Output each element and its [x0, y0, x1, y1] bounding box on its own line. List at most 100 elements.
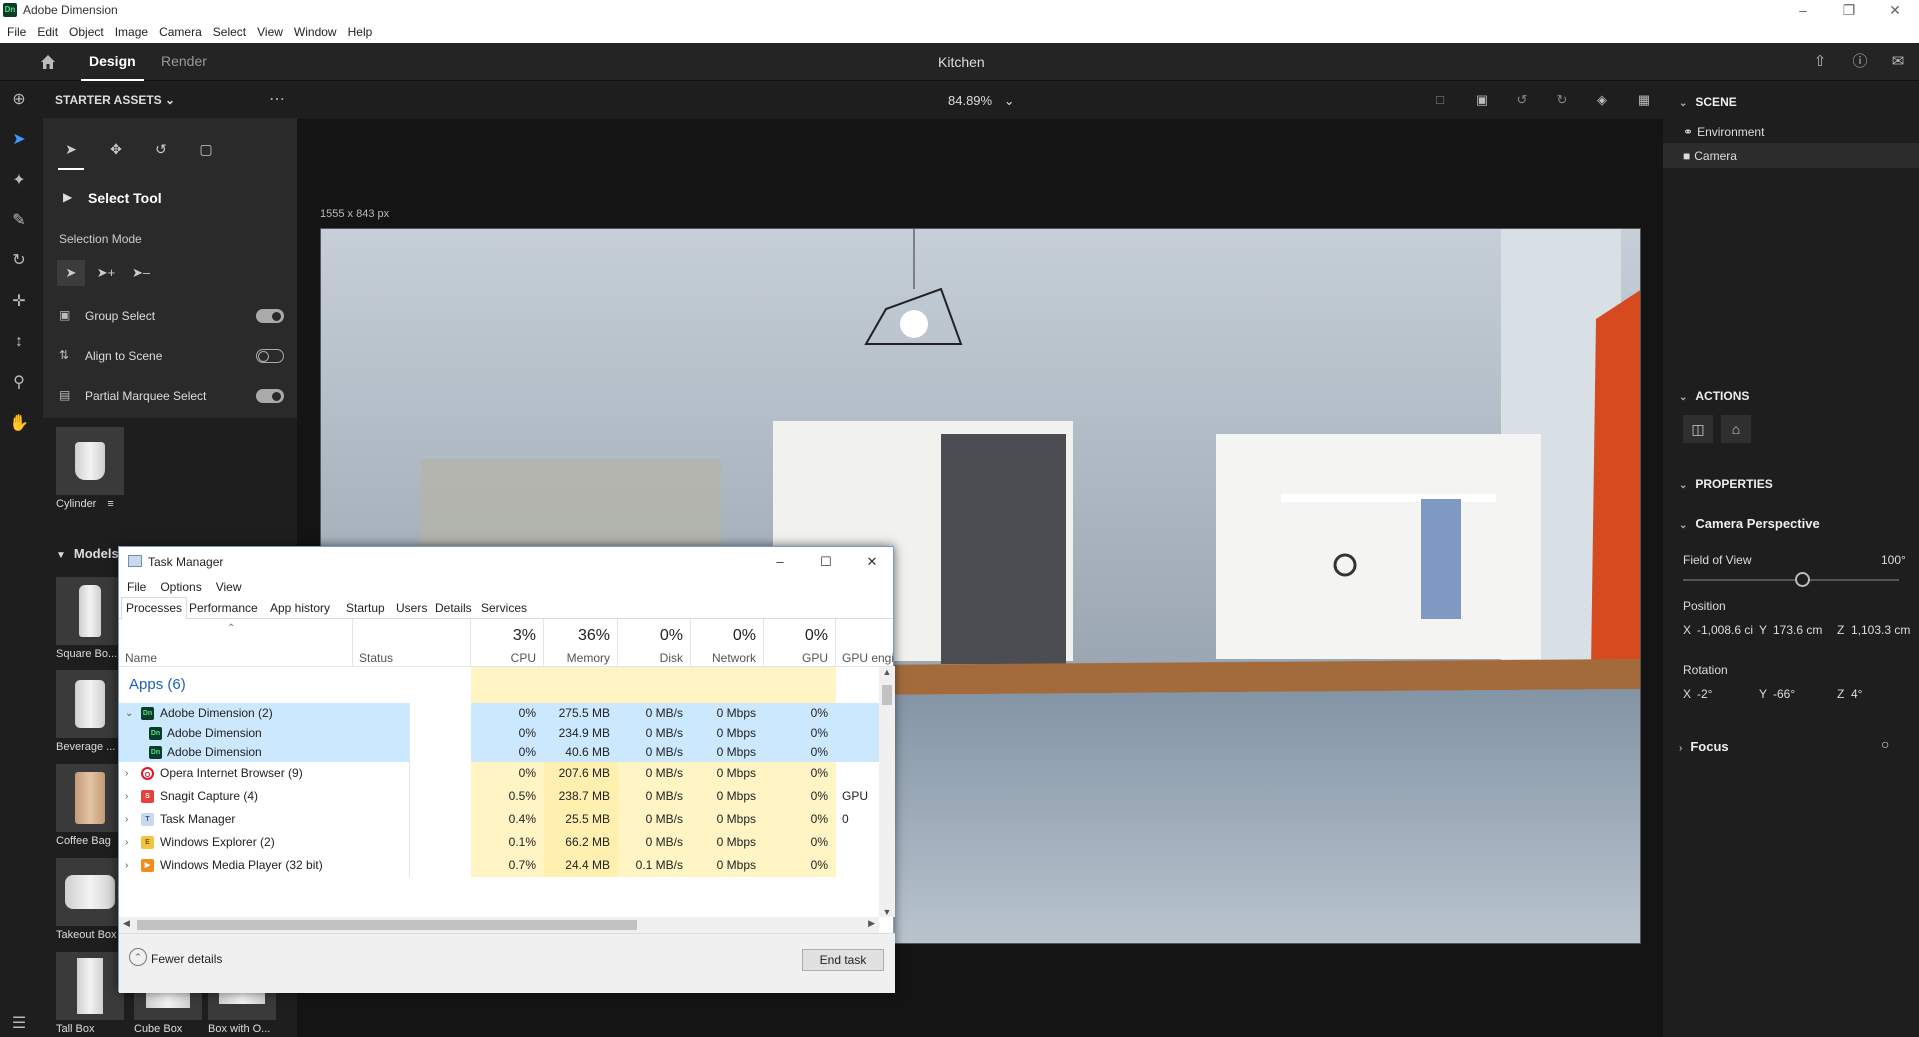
camera-bookmark-icon[interactable]: ◈: [1592, 92, 1612, 110]
feedback-icon[interactable]: ✉: [1888, 52, 1908, 72]
tm-menu-view[interactable]: View: [208, 577, 248, 594]
maximize-icon[interactable]: ☐: [803, 551, 849, 573]
tab-startup[interactable]: Startup: [341, 597, 390, 619]
tab-design[interactable]: Design: [81, 53, 144, 81]
tab-processes[interactable]: Processes: [121, 597, 188, 619]
focus-header[interactable]: › Focus: [1679, 739, 1729, 754]
scale-tool-icon[interactable]: ▢: [195, 138, 217, 160]
camera-perspective-header[interactable]: ⌄ Camera Perspective: [1679, 516, 1820, 531]
partial-marquee-toggle[interactable]: [256, 389, 284, 403]
align-action-icon[interactable]: ⌂: [1721, 415, 1751, 443]
chevron-right-icon[interactable]: ›: [125, 808, 128, 831]
rot-y-field[interactable]: -66°: [1773, 687, 1795, 701]
asset-beverage-can[interactable]: Beverage ...: [56, 670, 124, 753]
menu-object[interactable]: Object: [62, 21, 108, 39]
pos-z-field[interactable]: 1,103.3 cm: [1851, 623, 1910, 637]
col-memory[interactable]: 36% Memory: [544, 619, 618, 667]
zoom-level[interactable]: 84.89% ⌄: [948, 93, 1015, 109]
scroll-down-icon[interactable]: ▼: [879, 907, 895, 917]
camera-action-icon[interactable]: ◫: [1683, 415, 1713, 443]
vertical-scrollbar[interactable]: ▲ ▼: [879, 667, 895, 917]
close-icon[interactable]: ✕: [849, 551, 895, 573]
models-header[interactable]: ▼ Models: [56, 546, 119, 561]
share-icon[interactable]: ⇧: [1810, 52, 1830, 72]
table-row[interactable]: Dn Adobe Dimension 0% 234.9 MB 0 MB/s 0 Mbps 0…: [119, 724, 879, 742]
chevron-up-circle-icon[interactable]: ⌃: [129, 948, 147, 966]
align-to-scene-toggle[interactable]: [256, 349, 284, 363]
slider-knob[interactable]: [1794, 572, 1810, 587]
mode-subtract-icon[interactable]: ➤–: [127, 260, 155, 286]
chevron-down-icon[interactable]: ⌄: [125, 703, 133, 724]
mode-add-icon[interactable]: ➤+: [92, 260, 120, 286]
col-cpu[interactable]: 3% CPU: [471, 619, 544, 667]
scroll-right-icon[interactable]: ▶: [868, 918, 875, 929]
tm-menu-file[interactable]: File: [119, 577, 152, 594]
fov-value[interactable]: 100°: [1881, 553, 1906, 567]
environment-item[interactable]: ⚭ Environment: [1683, 125, 1764, 139]
home-icon[interactable]: [38, 52, 58, 72]
end-task-button[interactable]: End task: [802, 949, 884, 971]
table-row[interactable]: Dn Adobe Dimension 0% 40.6 MB 0 MB/s 0 Mbps 0%: [119, 742, 879, 762]
layers-icon[interactable]: ☰: [8, 1013, 30, 1035]
undo-camera-icon[interactable]: ↺: [1512, 92, 1532, 110]
minimize-icon[interactable]: –: [757, 551, 803, 573]
menu-view[interactable]: View: [250, 21, 287, 39]
focus-toggle-icon[interactable]: ○: [1881, 736, 1889, 752]
chevron-right-icon[interactable]: ›: [125, 762, 128, 785]
menu-window[interactable]: Window: [287, 21, 341, 39]
rotate-tool-icon[interactable]: ↺: [150, 138, 172, 160]
scroll-left-icon[interactable]: ◀: [123, 918, 130, 929]
table-row[interactable]: › O Opera Internet Browser (9) 0% 207.6 MB 0 …: [119, 762, 879, 785]
pos-x-field[interactable]: -1,008.6 ci: [1697, 623, 1753, 637]
select-tool-icon[interactable]: ➤: [58, 138, 84, 170]
group-select-toggle[interactable]: [256, 309, 284, 323]
more-options-icon[interactable]: ⋯: [269, 89, 285, 109]
restore-icon[interactable]: ❐: [1826, 0, 1872, 21]
menu-help[interactable]: Help: [341, 21, 377, 39]
starter-assets-header[interactable]: STARTER ASSETS ⌄: [55, 93, 175, 107]
tab-render[interactable]: Render: [161, 53, 207, 69]
redo-camera-icon[interactable]: ↻: [1552, 92, 1572, 110]
col-name[interactable]: ⌃ Name: [119, 619, 353, 667]
sample-icon[interactable]: ✎: [8, 210, 30, 232]
menu-image[interactable]: Image: [108, 21, 152, 39]
menu-camera[interactable]: Camera: [152, 21, 206, 39]
col-network[interactable]: 0% Network: [691, 619, 764, 667]
render-preview-icon[interactable]: ▦: [1634, 92, 1654, 110]
tab-details[interactable]: Details: [430, 597, 477, 619]
pan-icon[interactable]: ✛: [8, 291, 30, 313]
asset-tall-box[interactable]: Tall Box: [56, 952, 124, 1035]
help-icon[interactable]: ⓘ: [1850, 52, 1870, 72]
minimize-icon[interactable]: –: [1780, 0, 1826, 21]
fewer-details-link[interactable]: Fewer details: [151, 952, 222, 966]
col-status[interactable]: Status: [353, 619, 471, 667]
menu-select[interactable]: Select: [206, 21, 250, 39]
horizontal-scrollbar[interactable]: ◀ ▶: [119, 917, 879, 933]
scroll-thumb[interactable]: [882, 685, 892, 705]
tm-menu-options[interactable]: Options: [152, 577, 207, 594]
fov-slider[interactable]: [1683, 572, 1899, 587]
col-gpu[interactable]: 0% GPU: [764, 619, 836, 667]
tab-users[interactable]: Users: [391, 597, 432, 619]
close-icon[interactable]: ✕: [1872, 0, 1918, 21]
chevron-right-icon[interactable]: ›: [125, 831, 128, 854]
menu-file[interactable]: File: [0, 21, 30, 39]
tab-services[interactable]: Services: [476, 597, 532, 619]
col-disk[interactable]: 0% Disk: [618, 619, 691, 667]
asset-takeout-box[interactable]: Takeout Box: [56, 858, 124, 941]
col-gpu-engine[interactable]: GPU engi: [836, 619, 895, 667]
asset-square-bottle[interactable]: Square Bo...: [56, 577, 124, 660]
asset-cylinder[interactable]: Cylinder ≡: [56, 427, 124, 510]
dolly-icon[interactable]: ↕: [8, 331, 30, 353]
zoom-icon[interactable]: ⚲: [8, 372, 30, 394]
camera-view-icon[interactable]: ▣: [1472, 92, 1492, 110]
actions-section-header[interactable]: ⌄ ACTIONS: [1679, 389, 1749, 403]
menu-edit[interactable]: Edit: [30, 21, 62, 39]
add-icon[interactable]: ⊕: [8, 89, 30, 111]
tab-performance[interactable]: Performance: [184, 597, 263, 619]
chevron-right-icon[interactable]: ›: [125, 785, 128, 808]
properties-section-header[interactable]: ⌄ PROPERTIES: [1679, 477, 1773, 491]
tab-app-history[interactable]: App history: [265, 597, 335, 619]
table-row[interactable]: › T Task Manager 0.4% 25.5 MB 0 MB/s 0 Mbps 0%: [119, 808, 879, 831]
magic-wand-icon[interactable]: ✦: [8, 170, 30, 192]
